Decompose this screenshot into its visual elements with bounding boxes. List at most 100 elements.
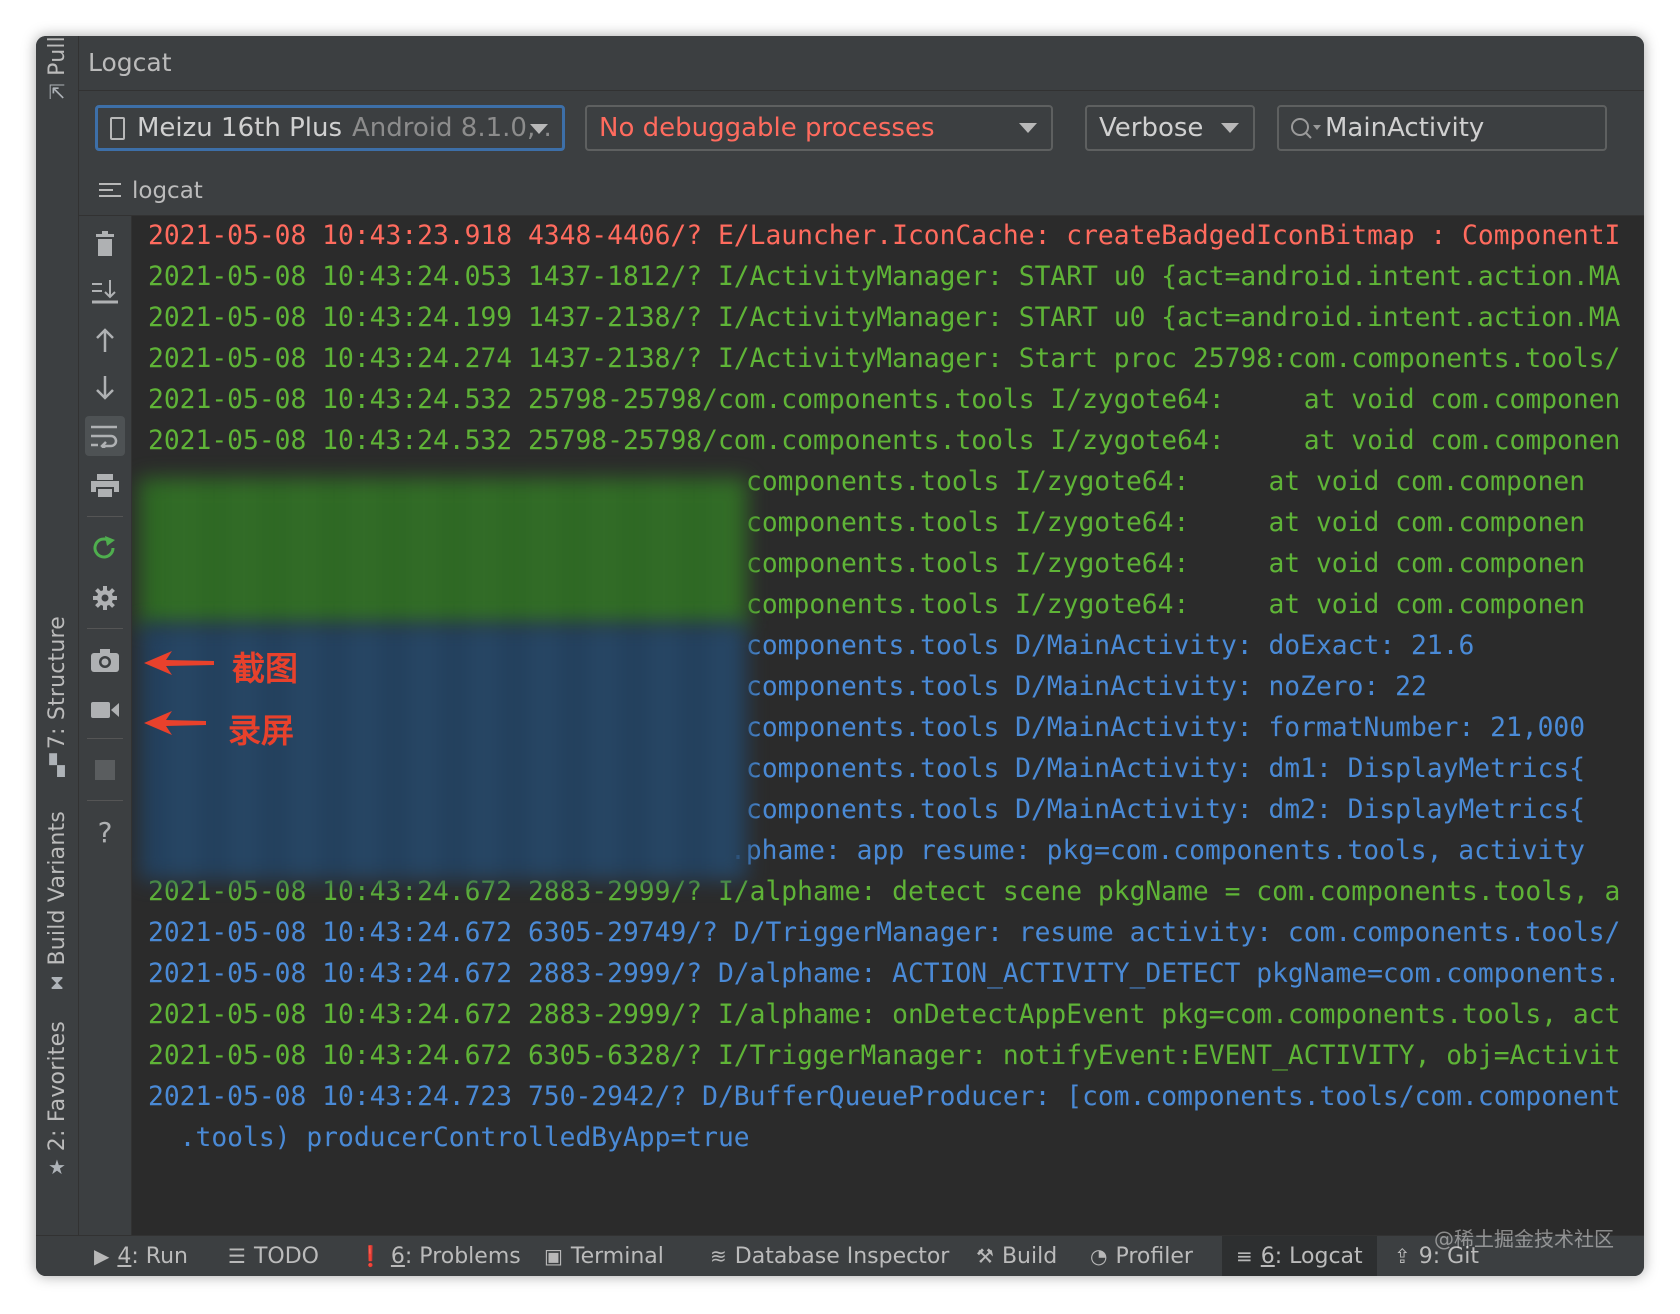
logcat-subheader: logcat [79, 171, 1644, 216]
tab-run-num: 4 [117, 1243, 132, 1269]
tab-run-label: : Run [131, 1243, 188, 1269]
git-icon: ⇪ [1394, 1244, 1411, 1268]
camera-icon[interactable] [85, 640, 125, 680]
hammer-icon: ⚒ [976, 1244, 994, 1268]
log-line: components.tools I/zygote64: at void com… [746, 508, 1586, 538]
redacted-region [139, 478, 747, 628]
list-icon: ☰ [228, 1244, 246, 1268]
process-label: No debuggable processes [599, 113, 935, 143]
device-detail: Android 8.1.0, . [352, 113, 552, 143]
tab-profiler[interactable]: ◔ Profiler [1090, 1236, 1193, 1276]
left-tool-strip: Pull ⇱ 7: Structure ▚ Build Variants ⧗ 2… [36, 36, 79, 1236]
logcat-tab-label: logcat [132, 178, 203, 204]
logcat-actions: ? [79, 216, 132, 1236]
build-variants-tab-label: Build Variants [44, 811, 70, 966]
annotation-arrow-icon [144, 651, 214, 675]
log-line: components.tools D/MainActivity: noZero:… [746, 672, 1427, 702]
trash-icon[interactable] [85, 224, 125, 264]
tab-database-label: Database Inspector [734, 1243, 950, 1269]
tab-build[interactable]: ⚒ Build [976, 1236, 1057, 1276]
tab-todo[interactable]: ☰ TODO [228, 1236, 319, 1276]
log-output[interactable]: 2021-05-08 10:43:23.918 4348-4406/? E/La… [132, 216, 1644, 1236]
search-icon [1291, 118, 1321, 139]
pull-tab-label: Pull [44, 36, 70, 76]
log-line: components.tools D/MainActivity: doExact… [746, 631, 1475, 661]
video-camera-icon[interactable] [85, 690, 125, 730]
device-name: Meizu 16th Plus [137, 113, 342, 143]
log-line: 2021-05-08 10:43:24.532 25798-25798/com.… [148, 385, 1621, 415]
logcat-window: Pull ⇱ 7: Structure ▚ Build Variants ⧗ 2… [36, 36, 1644, 1276]
stop-icon[interactable] [85, 750, 125, 790]
tab-logcat-num: 6 [1260, 1243, 1275, 1269]
log-line: .tools) producerControlledByApp=true [148, 1123, 750, 1153]
gear-icon[interactable] [85, 578, 125, 618]
log-line: components.tools I/zygote64: at void com… [746, 549, 1586, 579]
chevron-down-icon [1221, 123, 1239, 133]
favorites-tab-label: 2: Favorites [44, 1021, 70, 1152]
log-line: 2021-05-08 10:43:23.918 4348-4406/? E/La… [148, 221, 1621, 251]
log-line: components.tools D/MainActivity: dm1: Di… [746, 754, 1586, 784]
device-dropdown[interactable]: Meizu 16th Plus Android 8.1.0, . [95, 105, 565, 151]
log-line: components.tools I/zygote64: at void com… [746, 590, 1586, 620]
tab-problems[interactable]: ❗ 6 : Problems [358, 1236, 521, 1276]
tab-problems-num: 6 [390, 1243, 405, 1269]
tab-database-inspector[interactable]: ≋ Database Inspector [710, 1236, 949, 1276]
restart-icon[interactable] [85, 528, 125, 568]
tab-terminal-label: Terminal [570, 1243, 664, 1269]
tab-profiler-label: Profiler [1115, 1243, 1193, 1269]
arrow-up-icon[interactable] [85, 320, 125, 360]
filter-search-input[interactable]: MainActivity [1277, 105, 1607, 151]
log-line: 2021-05-08 10:43:24.532 25798-25798/com.… [148, 426, 1621, 456]
record-annotation: 录屏 [228, 711, 294, 750]
phone-icon [110, 116, 125, 140]
log-line: 2021-05-08 10:43:24.672 2883-2999/? I/al… [148, 1000, 1621, 1030]
watermark: @稀土掘金技术社区 [1434, 1227, 1614, 1251]
log-level-dropdown[interactable]: Verbose [1085, 105, 1255, 151]
help-icon[interactable]: ? [85, 812, 125, 852]
database-icon: ≋ [710, 1244, 727, 1268]
tab-todo-label: TODO [253, 1243, 319, 1269]
soft-wrap-icon[interactable] [85, 416, 125, 456]
toolbar-separator [87, 738, 123, 739]
logcat-tab-icon [99, 183, 121, 201]
log-line: 2021-05-08 10:43:24.053 1437-1812/? I/Ac… [148, 262, 1621, 292]
log-line: components.tools D/MainActivity: formatN… [746, 713, 1586, 743]
filter-value: MainActivity [1325, 113, 1485, 143]
structure-tab-label: 7: Structure [44, 616, 70, 750]
gauge-icon: ◔ [1090, 1244, 1108, 1268]
tab-terminal[interactable]: ▣ Terminal [544, 1236, 664, 1276]
process-dropdown[interactable]: No debuggable processes [585, 105, 1053, 151]
favorites-tab[interactable]: 2: Favorites ★ [36, 1021, 78, 1183]
build-variants-tab[interactable]: Build Variants ⧗ [36, 811, 78, 998]
toolbar-separator [87, 516, 123, 517]
log-line: 2021-05-08 10:43:24.672 6305-29749/? D/T… [148, 918, 1621, 948]
warning-icon: ❗ [358, 1244, 383, 1268]
arrow-down-icon[interactable] [85, 368, 125, 408]
logcat-icon: ≡ [1236, 1244, 1253, 1268]
build-variants-icon: ⧗ [49, 969, 65, 994]
log-line: 2021-05-08 10:43:24.723 750-2942/? D/Buf… [148, 1082, 1621, 1112]
star-icon: ★ [48, 1155, 66, 1180]
log-line: 2021-05-08 10:43:24.274 1437-2138/? I/Ac… [148, 344, 1621, 374]
tab-run[interactable]: ▶ 4 : Run [94, 1236, 188, 1276]
logcat-toolbar: Meizu 16th Plus Android 8.1.0, . No debu… [79, 91, 1644, 171]
structure-tab[interactable]: 7: Structure ▚ [36, 616, 78, 781]
screenshot-annotation: 截图 [232, 649, 298, 688]
print-icon[interactable] [85, 466, 125, 506]
run-icon: ▶ [94, 1244, 110, 1268]
log-level-label: Verbose [1099, 113, 1204, 143]
tab-logcat[interactable]: ≡ 6 : Logcat [1222, 1236, 1377, 1276]
bottom-tool-bar: ▶ 4 : Run ☰ TODO ❗ 6 : Problems ▣ Termin… [36, 1235, 1644, 1276]
tool-window-header: Logcat [79, 36, 1644, 91]
log-line: components.tools I/zygote64: at void com… [746, 467, 1586, 497]
log-line: .phame: app resume: pkg=com.components.t… [730, 836, 1585, 866]
scroll-to-end-icon[interactable] [85, 272, 125, 312]
tool-window-title: Logcat [88, 48, 172, 77]
structure-icon: ▚ [49, 753, 65, 778]
pull-tab[interactable]: Pull ⇱ [36, 36, 78, 108]
log-line: 2021-05-08 10:43:24.672 2883-2999/? D/al… [148, 959, 1621, 989]
toolbar-separator [87, 628, 123, 629]
tab-logcat-label: : Logcat [1274, 1243, 1363, 1269]
redacted-region [139, 624, 747, 880]
pull-requests-icon: ⇱ [48, 79, 66, 104]
